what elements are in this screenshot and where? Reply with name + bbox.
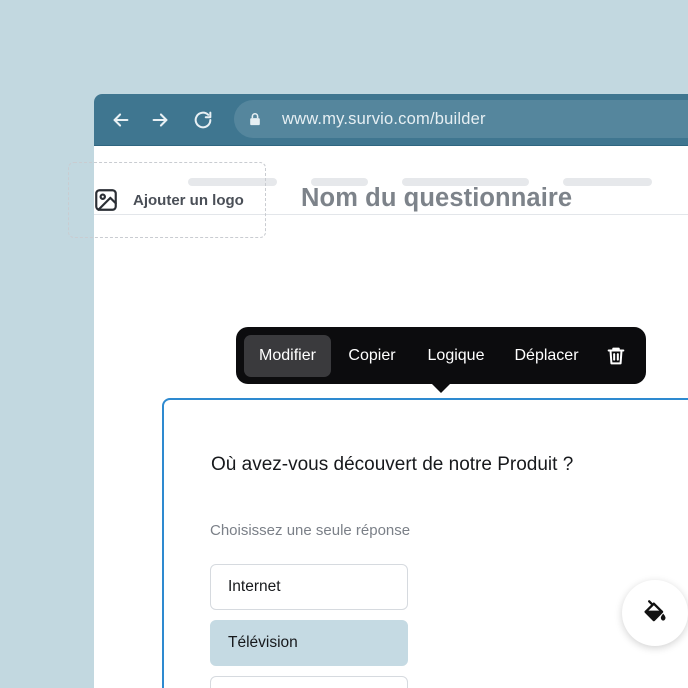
move-button[interactable]: Déplacer [499,335,594,377]
trash-icon [607,347,625,364]
form-title[interactable]: Nom du questionnaire [301,184,572,213]
modify-label: Modifier [259,346,316,364]
delete-button[interactable] [594,335,638,377]
answer-option[interactable] [210,676,408,688]
browser-toolbar: www.my.survio.com/builder [94,94,688,146]
url-text: www.my.survio.com/builder [282,109,486,128]
forward-button[interactable] [147,107,173,133]
answer-option-label: Internet [228,578,281,595]
logic-button[interactable]: Logique [413,335,499,377]
add-logo-button[interactable]: Ajouter un logo [68,162,266,238]
theme-paint-button[interactable] [622,580,688,646]
arrow-right-icon [152,113,168,127]
question-text: Où avez-vous découvert de notre Produit … [211,454,574,475]
image-icon [95,189,117,211]
answer-option-selected[interactable]: Télévision [210,620,408,666]
arrow-left-icon [113,113,129,127]
answer-option-label: Télévision [228,634,298,651]
move-label: Déplacer [514,346,579,364]
add-logo-label: Ajouter un logo [133,191,244,209]
answer-hint: Choisissez une seule réponse [210,522,411,539]
lock-icon [248,111,264,127]
reload-button[interactable] [190,107,216,133]
paint-bucket-icon [644,600,666,622]
question-card[interactable]: Où avez-vous découvert de notre Produit … [162,398,688,688]
copy-button[interactable]: Copier [331,335,413,377]
reload-icon [194,111,212,129]
modify-button[interactable]: Modifier [244,334,331,377]
copy-label: Copier [348,346,396,364]
nav-placeholder [563,178,652,186]
logic-label: Logique [427,346,485,364]
url-bar[interactable]: www.my.survio.com/builder [234,100,688,138]
back-button[interactable] [108,107,134,133]
question-action-menu: Modifier Copier Logique Déplacer [236,327,646,393]
answer-option[interactable]: Internet [210,564,408,610]
